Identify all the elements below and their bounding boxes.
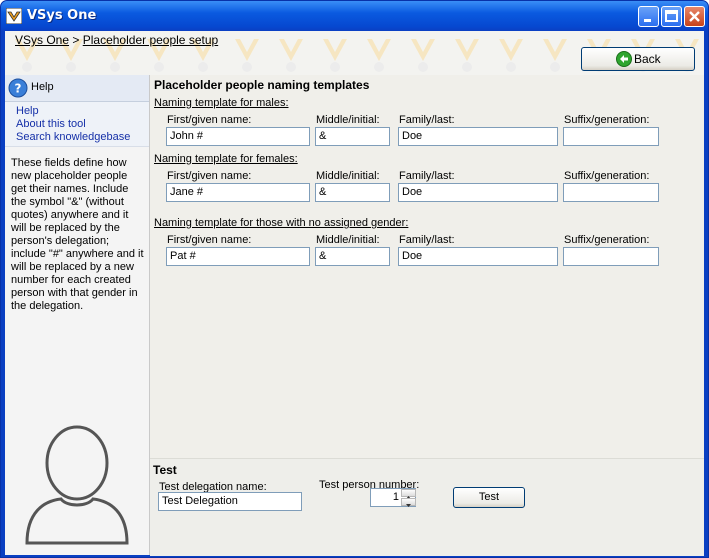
main-panel: Placeholder people naming templates Nami… [150, 75, 704, 556]
spin-up-button[interactable] [401, 489, 416, 499]
no-gender-first-input[interactable]: Pat # [166, 247, 310, 266]
first-name-label: First/given name: [167, 114, 252, 126]
breadcrumb-home-link[interactable]: VSys One [15, 33, 69, 47]
user-avatar-icon [25, 425, 129, 545]
minimize-button[interactable] [638, 6, 659, 27]
test-title: Test [153, 463, 177, 477]
no-gender-group-label: Naming template for those with no assign… [154, 217, 409, 229]
help-links: Help About this tool Search knowledgebas… [5, 102, 149, 147]
males-group-label: Naming template for males: [154, 97, 289, 109]
app-window: VSys One VSys One > Placeholder people s… [0, 0, 709, 558]
title-bar[interactable]: VSys One [1, 1, 708, 31]
males-suffix-input[interactable] [563, 127, 659, 146]
help-description: These fields define how new placeholder … [11, 157, 144, 312]
help-icon: ? [8, 78, 28, 98]
males-middle-input[interactable]: & [315, 127, 390, 146]
females-family-input[interactable]: Doe [398, 183, 558, 202]
males-first-input[interactable]: John # [166, 127, 310, 146]
close-button[interactable] [684, 6, 705, 27]
close-icon [689, 11, 700, 22]
help-header: ? Help [5, 75, 149, 102]
chevron-down-icon [406, 504, 411, 507]
breadcrumb: VSys One > Placeholder people setup [15, 33, 218, 47]
header-banner: VSys One > Placeholder people setup Back [5, 31, 704, 75]
middle-name-label: Middle/initial: [316, 234, 380, 246]
client-area: VSys One > Placeholder people setup Back… [5, 31, 704, 556]
back-arrow-icon [616, 51, 632, 67]
breadcrumb-current-link[interactable]: Placeholder people setup [83, 33, 218, 47]
suffix-label: Suffix/generation: [564, 170, 650, 182]
test-panel: Test Test delegation name: Test Delegati… [150, 458, 704, 556]
back-button[interactable]: Back [581, 47, 695, 71]
test-button[interactable]: Test [453, 487, 525, 508]
test-person-number-spinner[interactable]: 1 [370, 488, 416, 507]
no-gender-middle-input[interactable]: & [315, 247, 390, 266]
help-link[interactable]: Help [16, 105, 39, 117]
back-button-label: Back [634, 52, 661, 66]
females-middle-input[interactable]: & [315, 183, 390, 202]
family-name-label: Family/last: [399, 170, 455, 182]
test-delegation-input[interactable]: Test Delegation [158, 492, 302, 511]
suffix-label: Suffix/generation: [564, 234, 650, 246]
no-gender-suffix-input[interactable] [563, 247, 659, 266]
window-title: VSys One [27, 8, 97, 23]
females-first-input[interactable]: Jane # [166, 183, 310, 202]
middle-name-label: Middle/initial: [316, 170, 380, 182]
breadcrumb-separator: > [72, 33, 80, 47]
test-person-number-value: 1 [392, 491, 399, 503]
svg-text:?: ? [15, 82, 22, 96]
help-title: Help [31, 81, 54, 93]
males-family-input[interactable]: Doe [398, 127, 558, 146]
spin-down-button[interactable] [401, 498, 416, 507]
app-logo-icon [6, 8, 22, 24]
about-tool-link[interactable]: About this tool [16, 118, 86, 130]
maximize-button[interactable] [661, 6, 682, 27]
no-gender-family-input[interactable]: Doe [398, 247, 558, 266]
help-sidebar: ? Help Help About this tool Search knowl… [5, 75, 150, 555]
females-suffix-input[interactable] [563, 183, 659, 202]
family-name-label: Family/last: [399, 234, 455, 246]
first-name-label: First/given name: [167, 170, 252, 182]
suffix-label: Suffix/generation: [564, 114, 650, 126]
maximize-icon [665, 10, 678, 22]
search-knowledgebase-link[interactable]: Search knowledgebase [16, 131, 130, 143]
first-name-label: First/given name: [167, 234, 252, 246]
naming-templates-title: Placeholder people naming templates [154, 78, 370, 92]
females-group-label: Naming template for females: [154, 153, 298, 165]
family-name-label: Family/last: [399, 114, 455, 126]
middle-name-label: Middle/initial: [316, 114, 380, 126]
minimize-icon [644, 19, 651, 22]
